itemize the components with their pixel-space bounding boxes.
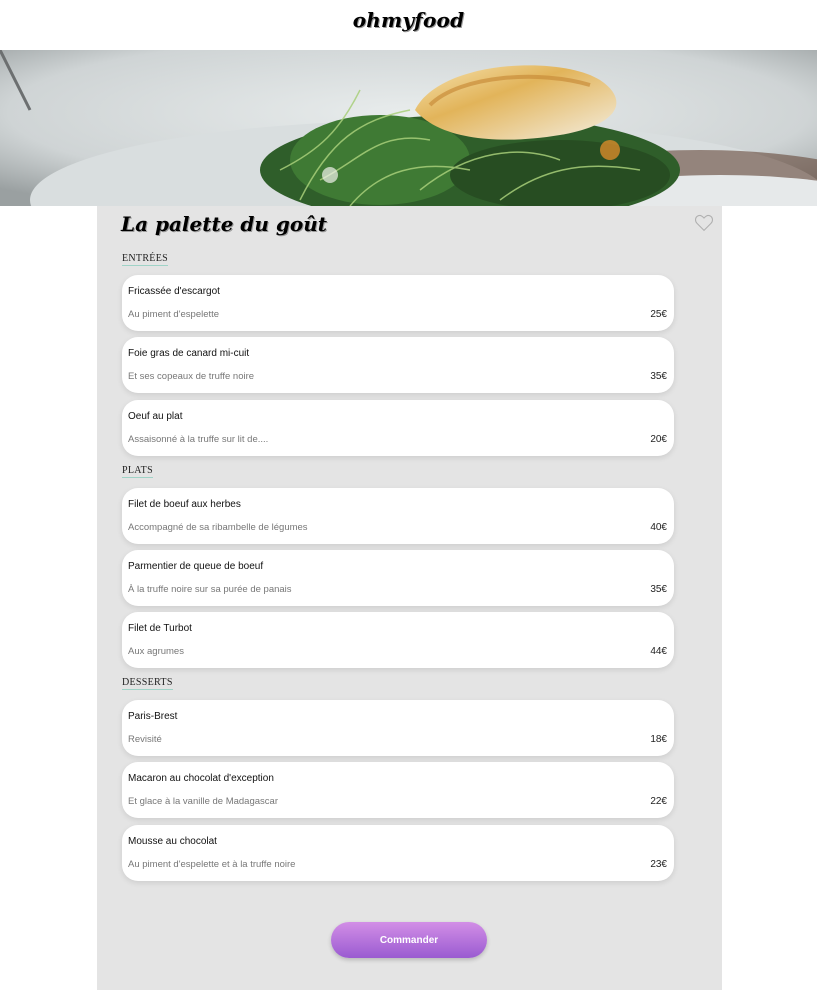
menu-item-name: Fricassée d'escargot bbox=[128, 286, 220, 297]
menu-item-description: Et glace à la vanille de Madagascar bbox=[128, 796, 278, 807]
menu-item-name: Paris-Brest bbox=[128, 711, 178, 722]
menu-item[interactable]: Fricassée d'escargot Au piment d'espelet… bbox=[122, 275, 674, 331]
menu-item-price: 35€ bbox=[650, 371, 667, 382]
menu-item[interactable]: Foie gras de canard mi-cuit Et ses copea… bbox=[122, 337, 674, 393]
menu-item-price: 18€ bbox=[650, 734, 667, 745]
menu-item-name: Mousse au chocolat bbox=[128, 836, 217, 847]
menu-item-name: Filet de boeuf aux herbes bbox=[128, 499, 241, 510]
menu-item-description: À la truffe noire sur sa purée de panais bbox=[128, 584, 292, 595]
menu-item-description: Assaisonné à la truffe sur lit de.... bbox=[128, 434, 269, 445]
hero-image bbox=[0, 50, 817, 206]
site-header: ohmyfood bbox=[0, 0, 817, 50]
menu-item-description: Au piment d'espelette et à la truffe noi… bbox=[128, 859, 296, 870]
menu-item-name: Parmentier de queue de boeuf bbox=[128, 561, 264, 572]
section-label-plats: PLATS bbox=[122, 465, 153, 478]
menu-item[interactable]: Parmentier de queue de boeuf À la truffe… bbox=[122, 550, 674, 606]
menu-item-description: Accompagné de sa ribambelle de légumes bbox=[128, 522, 308, 533]
menu-card: La palette du goût ENTRÉES Fricassée d'e… bbox=[97, 206, 722, 990]
menu-item-description: Et ses copeaux de truffe noire bbox=[128, 371, 255, 382]
menu-item[interactable]: Filet de boeuf aux herbes Accompagné de … bbox=[122, 488, 674, 544]
section-label-entrees: ENTRÉES bbox=[122, 253, 168, 266]
menu-item-price: 22€ bbox=[650, 796, 667, 807]
menu-item-description: Revisité bbox=[128, 734, 162, 745]
site-logo[interactable]: ohmyfood bbox=[0, 8, 817, 32]
hero-photo bbox=[0, 50, 817, 206]
menu-item-name: Foie gras de canard mi-cuit bbox=[128, 348, 250, 359]
order-button[interactable]: Commander bbox=[331, 922, 487, 958]
menu-item[interactable]: Oeuf au plat Assaisonné à la truffe sur … bbox=[122, 400, 674, 456]
heart-outline-icon[interactable] bbox=[694, 214, 714, 232]
menu-item-price: 20€ bbox=[650, 434, 667, 445]
menu-item-name: Macaron au chocolat d'exception bbox=[128, 773, 274, 784]
menu-item-price: 35€ bbox=[650, 584, 667, 595]
restaurant-title: La palette du goût bbox=[121, 212, 328, 236]
menu-item[interactable]: Mousse au chocolat Au piment d'espelette… bbox=[122, 825, 674, 881]
menu-item[interactable]: Macaron au chocolat d'exception Et glace… bbox=[122, 762, 674, 818]
menu-item-price: 40€ bbox=[650, 522, 667, 533]
menu-item-name: Filet de Turbot bbox=[128, 623, 192, 634]
menu-item-name: Oeuf au plat bbox=[128, 411, 183, 422]
menu-item-price: 25€ bbox=[650, 309, 667, 320]
section-label-desserts: DESSERTS bbox=[122, 677, 173, 690]
menu-item[interactable]: Filet de Turbot Aux agrumes 44€ bbox=[122, 612, 674, 668]
menu-item-price: 23€ bbox=[650, 859, 667, 870]
menu-item-description: Aux agrumes bbox=[128, 646, 184, 657]
menu-item-price: 44€ bbox=[650, 646, 667, 657]
menu-item[interactable]: Paris-Brest Revisité 18€ bbox=[122, 700, 674, 756]
menu-item-description: Au piment d'espelette bbox=[128, 309, 220, 320]
